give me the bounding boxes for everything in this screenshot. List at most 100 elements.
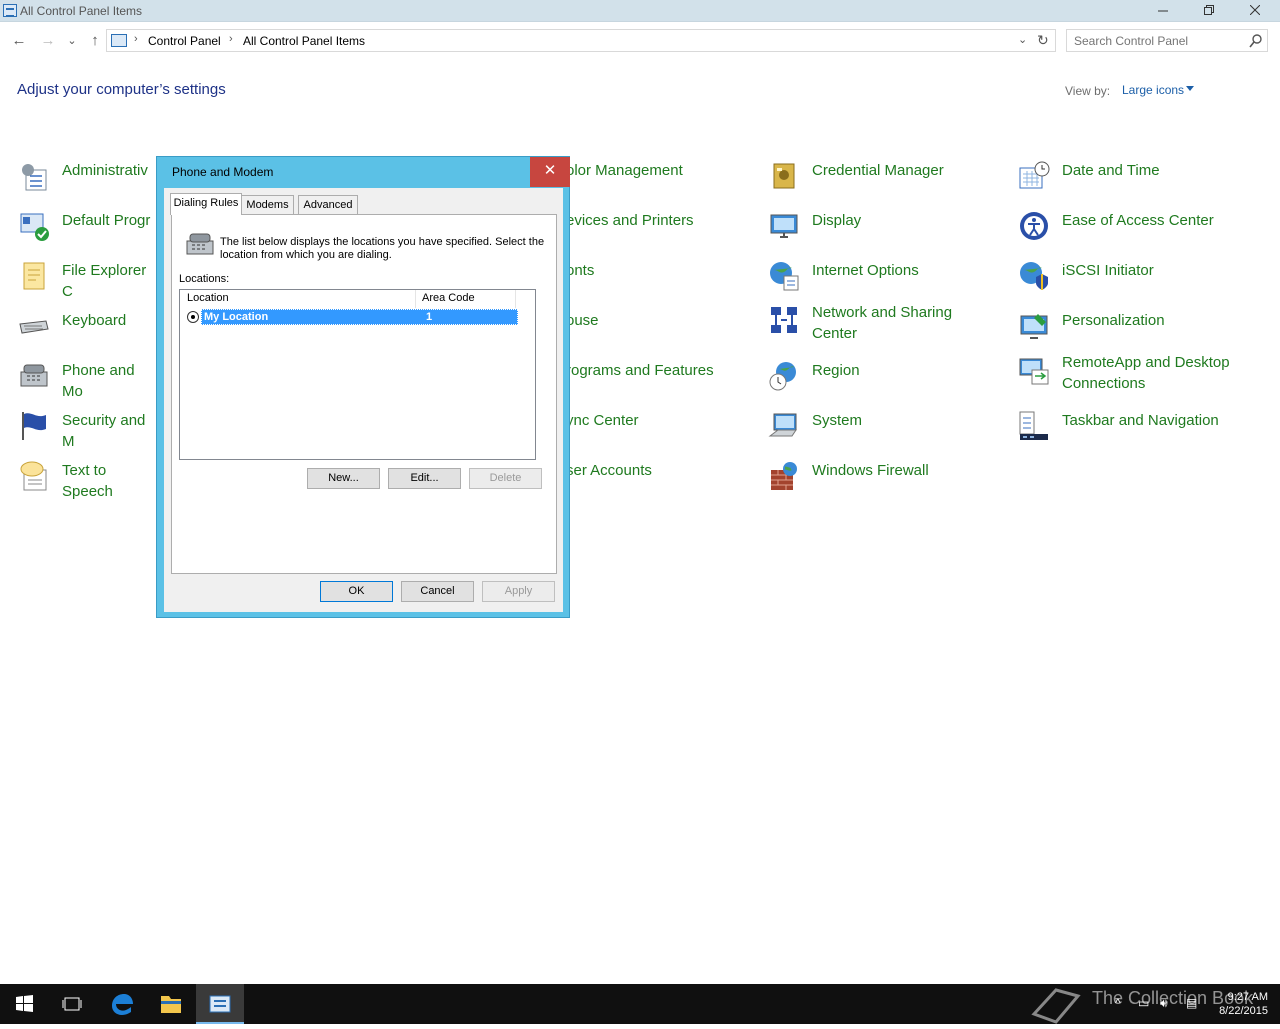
internet-options-icon [770,262,799,291]
cp-item-ease-of-access-center[interactable]: Ease of Access Center [1018,208,1268,248]
item-label: Security and M [62,412,146,450]
control-panel-icon [111,34,127,47]
minimize-button[interactable] [1140,0,1186,22]
dialog-title: Phone and Modem [172,165,274,179]
chevron-right-icon[interactable]: › [134,33,138,45]
search-icon[interactable] [1249,34,1263,48]
tab-modems[interactable]: Modems [241,195,294,214]
item-label: Default Progr [62,212,151,229]
item-label: Personalization [1062,312,1165,329]
item-label: ouse [566,312,599,329]
region-icon [769,362,796,391]
cp-item-file-explorer-options[interactable]: File Explorer C [18,258,158,300]
cp-item-personalization[interactable]: Personalization [1018,308,1268,348]
file-explorer-button[interactable] [147,984,195,1024]
cp-item-remoteapp-and-desktop-connections[interactable]: RemoteApp and Desktop Connections [1018,350,1268,394]
title-bar: All Control Panel Items [0,0,1280,22]
taskbar-navigation-icon [1019,411,1048,440]
item-label: RemoteApp and Desktop Connections [1062,354,1230,392]
cp-item-text-to-speech[interactable]: Text to Speech [18,458,158,500]
item-label: File Explorer C [62,262,147,300]
cp-item-default-programs[interactable]: Default Progr [18,208,158,248]
display-icon [770,214,798,238]
back-button[interactable]: ← [9,31,29,51]
cp-item-internet-options[interactable]: Internet Options [768,258,1008,298]
breadcrumb-all-items[interactable]: All Control Panel Items [243,34,365,48]
new-button[interactable]: New... [307,468,380,489]
dialog-close-button[interactable]: ✕ [530,157,570,187]
item-label: Credential Manager [812,162,944,179]
control-panel-icon [209,995,231,1013]
chevron-down-icon[interactable]: ⌄ [1018,33,1027,46]
item-label: Keyboard [62,312,127,329]
restore-icon [1204,5,1214,15]
item-label: rograms and Features [566,362,714,379]
folder-icon [161,996,181,1013]
cp-item-display[interactable]: Display [768,208,1008,248]
column-header-location[interactable]: Location [180,290,416,308]
dialog-description: The list below displays the locations yo… [220,236,545,261]
phone-modem-icon [20,364,48,387]
restore-button[interactable] [1186,0,1232,22]
start-button[interactable] [0,984,48,1024]
close-button[interactable] [1232,0,1278,22]
locations-list[interactable]: Location Area Code My Location 1 [179,289,536,460]
page-title: Adjust your computer’s settings [17,81,226,98]
breadcrumb-control-panel[interactable]: Control Panel [148,34,221,48]
system-icon [768,413,797,437]
column-header-area-code[interactable]: Area Code [416,290,516,308]
delete-button[interactable]: Delete [469,468,542,489]
item-label: Administrativ [62,162,148,179]
cp-item-iscsi-initiator[interactable]: iSCSI Initiator [1018,258,1268,298]
edit-button[interactable]: Edit... [388,468,461,489]
up-button[interactable]: ↑ [85,31,105,51]
cp-item-administrative-tools[interactable]: Administrativ [18,158,158,198]
cp-item-keyboard[interactable]: Keyboard [18,308,158,348]
tab-advanced[interactable]: Advanced [298,195,358,214]
item-label: Ease of Access Center [1062,212,1214,229]
task-view-button[interactable] [48,984,96,1024]
tab-dialing-rules[interactable]: Dialing Rules [170,193,242,215]
cancel-button[interactable]: Cancel [401,581,474,602]
phone-and-modem-dialog: Phone and Modem ✕ Dialing Rules Modems A… [156,156,570,618]
search-box[interactable] [1066,29,1268,52]
admin-tools-icon [22,164,47,191]
chevron-right-icon[interactable]: › [229,33,233,45]
cp-item-credential-manager[interactable]: Credential Manager [768,158,1008,198]
item-label: System [812,412,863,429]
control-panel-taskbar-button[interactable] [196,984,244,1024]
cp-item-region[interactable]: Region [768,358,1008,398]
refresh-icon[interactable]: ↻ [1037,32,1049,49]
caret-down-icon[interactable] [1186,86,1194,91]
forward-button[interactable]: → [38,31,58,51]
cp-item-date-and-time[interactable]: Date and Time [1018,158,1268,198]
window-title: All Control Panel Items [20,4,143,18]
item-label: iSCSI Initiator [1062,262,1154,279]
apply-button[interactable]: Apply [482,581,555,602]
area-code-cell: 1 [426,311,433,323]
selected-radio-icon[interactable] [187,311,199,323]
watermark-text: The Collection Book [1092,988,1254,1008]
address-bar[interactable]: › Control Panel › All Control Panel Item… [106,29,1056,52]
cp-item-taskbar-and-navigation[interactable]: Taskbar and Navigation [1018,408,1268,448]
cp-item-phone-and-modem[interactable]: Phone and Mo [18,358,158,400]
ease-of-access-icon [1020,212,1048,240]
table-row[interactable]: My Location 1 [201,309,518,325]
remoteapp-icon [1019,358,1049,385]
recent-locations-button[interactable]: ⌄ [62,31,82,51]
cp-item-system[interactable]: System [768,408,1008,448]
network-sharing-icon [771,307,797,333]
cp-item-network-and-sharing-center[interactable]: Network and Sharing Center [768,300,1008,344]
cp-item-security-and-maintenance[interactable]: Security and M [18,408,158,450]
cp-item-windows-firewall[interactable]: Windows Firewall [768,458,1008,498]
item-label: Phone and Mo [62,362,135,400]
view-by-label: View by: [1065,84,1111,98]
ok-button[interactable]: OK [320,581,393,602]
edge-icon [112,994,133,1015]
security-maintenance-icon [22,412,46,440]
view-by-dropdown[interactable]: Large icons [1122,83,1184,97]
edge-button[interactable] [98,984,146,1024]
item-label: ser Accounts [566,462,652,479]
search-input[interactable] [1074,33,1244,48]
locations-label: Locations: [179,273,230,285]
